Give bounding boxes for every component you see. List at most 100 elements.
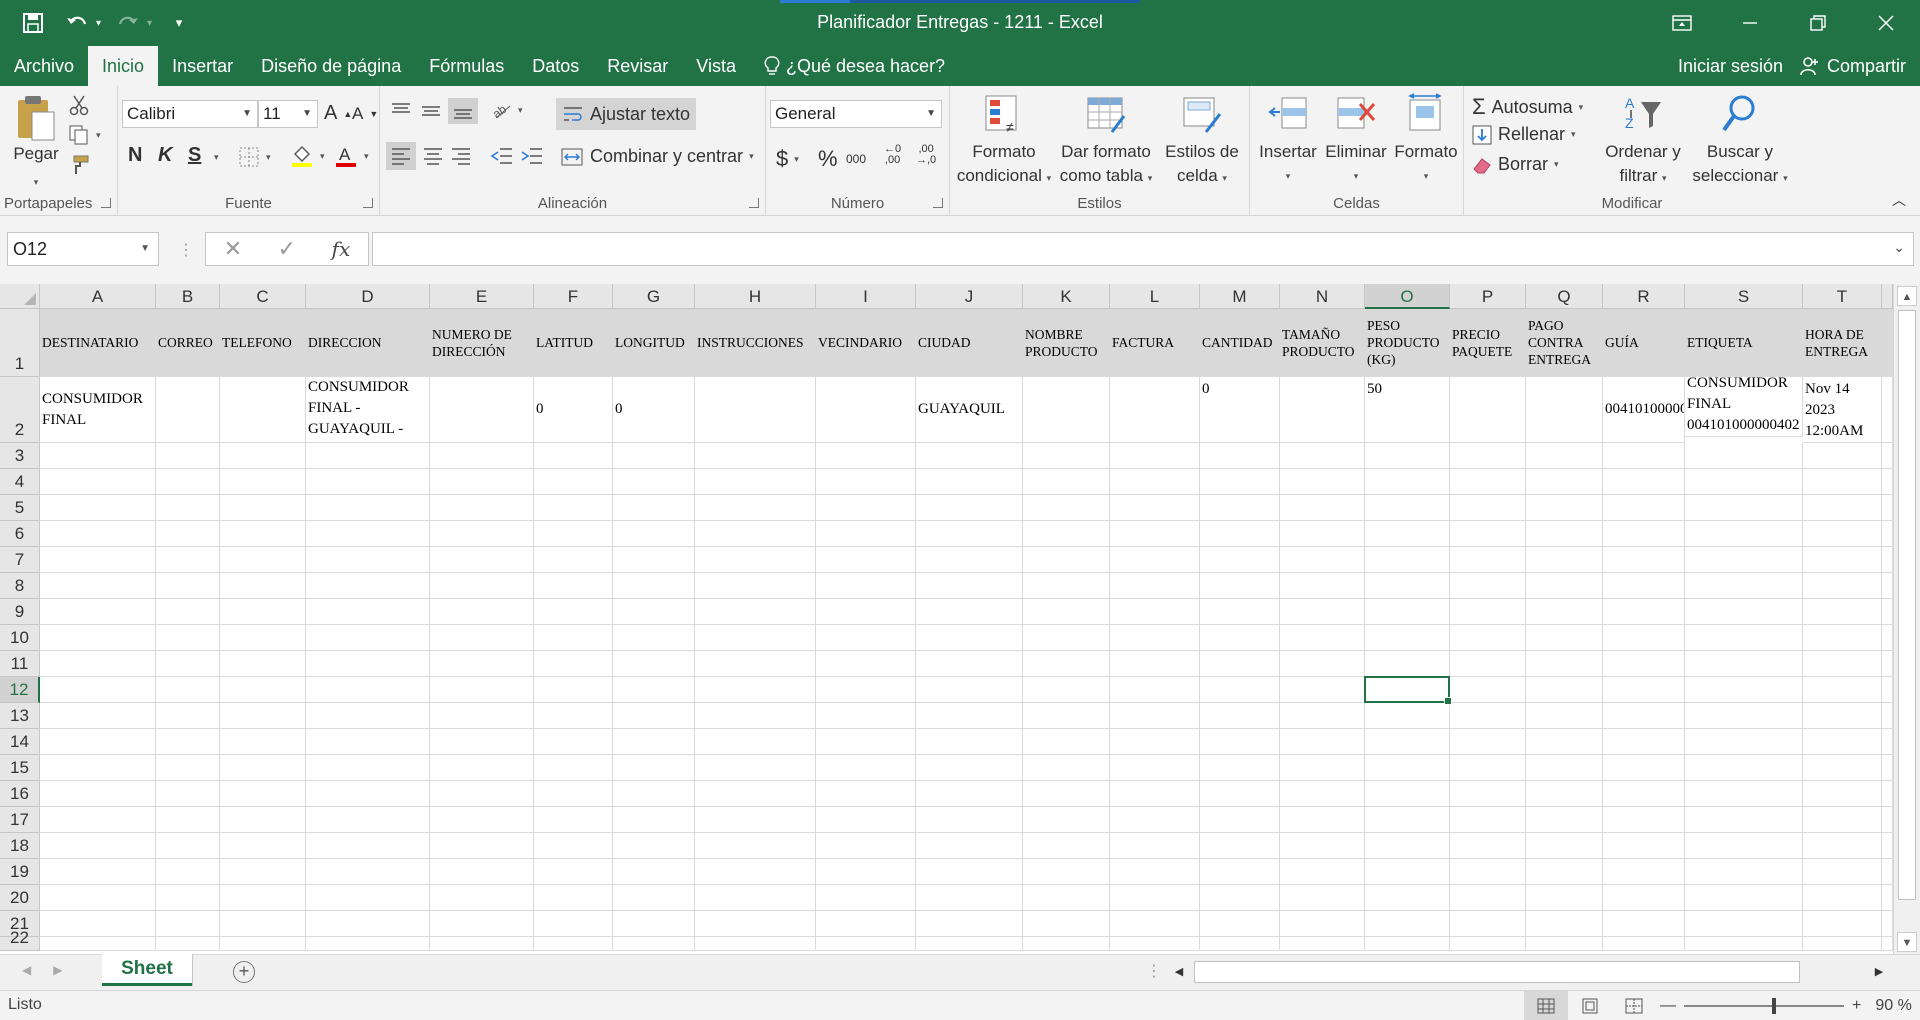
cell-k2[interactable] — [1023, 377, 1110, 443]
font-name-combo[interactable]: Calibri ▼ — [122, 100, 258, 128]
cell-m20[interactable] — [1200, 885, 1280, 911]
cell-f1[interactable]: LATITUD — [534, 309, 613, 377]
cell-j9[interactable] — [916, 599, 1023, 625]
cell-l16[interactable] — [1110, 781, 1200, 807]
cell-m7[interactable] — [1200, 547, 1280, 573]
cell-j7[interactable] — [916, 547, 1023, 573]
cell-g10[interactable] — [613, 625, 695, 651]
cell-q20[interactable] — [1526, 885, 1603, 911]
cell-h12[interactable] — [695, 677, 816, 703]
underline-button[interactable]: S — [188, 144, 201, 167]
cell-o19[interactable] — [1365, 859, 1450, 885]
cell-s18[interactable] — [1685, 833, 1803, 859]
cell-m11[interactable] — [1200, 651, 1280, 677]
cell-l5[interactable] — [1110, 495, 1200, 521]
cell-m14[interactable] — [1200, 729, 1280, 755]
cell-k20[interactable] — [1023, 885, 1110, 911]
cell-k17[interactable] — [1023, 807, 1110, 833]
cell-l22[interactable] — [1110, 937, 1200, 951]
alignment-launcher-icon[interactable] — [749, 198, 759, 208]
cell-d19[interactable] — [306, 859, 430, 885]
cell-c4[interactable] — [220, 469, 306, 495]
cell-i22[interactable] — [816, 937, 916, 951]
cell-h10[interactable] — [695, 625, 816, 651]
row-header-20[interactable]: 20 — [0, 885, 40, 911]
cell-c2[interactable] — [220, 377, 306, 443]
cell-n7[interactable] — [1280, 547, 1365, 573]
cell-c15[interactable] — [220, 755, 306, 781]
paste-button[interactable]: Pegar ▾ — [8, 94, 64, 194]
cell-l9[interactable] — [1110, 599, 1200, 625]
cell-l21[interactable] — [1110, 911, 1200, 937]
cell-e6[interactable] — [430, 521, 534, 547]
cell-s6[interactable] — [1685, 521, 1803, 547]
cell-m12[interactable] — [1200, 677, 1280, 703]
format-cells-button[interactable]: Formato ▾ — [1392, 92, 1460, 188]
cell-m4[interactable] — [1200, 469, 1280, 495]
cell-s12[interactable] — [1685, 677, 1803, 703]
cell-r3[interactable] — [1603, 443, 1685, 469]
cell-m8[interactable] — [1200, 573, 1280, 599]
cell-t9[interactable] — [1803, 599, 1882, 625]
column-header-h[interactable]: H — [695, 284, 816, 309]
share-button[interactable]: Compartir — [1799, 56, 1906, 77]
cell-t4[interactable] — [1803, 469, 1882, 495]
cell-h3[interactable] — [695, 443, 816, 469]
cell-a9[interactable] — [40, 599, 156, 625]
row-header-14[interactable]: 14 — [0, 729, 40, 755]
cell-l14[interactable] — [1110, 729, 1200, 755]
cell-c11[interactable] — [220, 651, 306, 677]
cell-t14[interactable] — [1803, 729, 1882, 755]
cell-s1[interactable]: ETIQUETA — [1685, 309, 1803, 377]
cell-l19[interactable] — [1110, 859, 1200, 885]
column-header-t[interactable]: T — [1803, 284, 1882, 309]
cell-o11[interactable] — [1365, 651, 1450, 677]
cell-c19[interactable] — [220, 859, 306, 885]
cell-i1[interactable]: VECINDARIO — [816, 309, 916, 377]
cell-d15[interactable] — [306, 755, 430, 781]
cell-j6[interactable] — [916, 521, 1023, 547]
format-painter-icon[interactable] — [68, 154, 90, 176]
cell-s8[interactable] — [1685, 573, 1803, 599]
cell-p15[interactable] — [1450, 755, 1526, 781]
cell-b14[interactable] — [156, 729, 220, 755]
cell-j2[interactable]: GUAYAQUIL — [916, 377, 1023, 443]
cell-s19[interactable] — [1685, 859, 1803, 885]
cell-r4[interactable] — [1603, 469, 1685, 495]
cell-p7[interactable] — [1450, 547, 1526, 573]
cell-styles-button[interactable]: Estilos de celda ▾ — [1160, 92, 1244, 190]
cell-i15[interactable] — [816, 755, 916, 781]
column-header-n[interactable]: N — [1280, 284, 1365, 309]
cell-h9[interactable] — [695, 599, 816, 625]
cell-m16[interactable] — [1200, 781, 1280, 807]
cell-j10[interactable] — [916, 625, 1023, 651]
cell-f20[interactable] — [534, 885, 613, 911]
cell-a16[interactable] — [40, 781, 156, 807]
cell-l7[interactable] — [1110, 547, 1200, 573]
cell-r9[interactable] — [1603, 599, 1685, 625]
cell-i13[interactable] — [816, 703, 916, 729]
insert-function-icon[interactable]: fx — [332, 237, 351, 261]
cell-c7[interactable] — [220, 547, 306, 573]
cell-l12[interactable] — [1110, 677, 1200, 703]
prev-sheet-icon[interactable]: ◀ — [22, 963, 31, 977]
cell-s16[interactable] — [1685, 781, 1803, 807]
cell-r2[interactable]: 004101000000402 — [1603, 377, 1685, 443]
cell-i4[interactable] — [816, 469, 916, 495]
cell-r15[interactable] — [1603, 755, 1685, 781]
cell-n22[interactable] — [1280, 937, 1365, 951]
cell-h6[interactable] — [695, 521, 816, 547]
cell-k11[interactable] — [1023, 651, 1110, 677]
cell-p17[interactable] — [1450, 807, 1526, 833]
cell-d1[interactable]: DIRECCION — [306, 309, 430, 377]
row-header-13[interactable]: 13 — [0, 703, 40, 729]
cell-d12[interactable] — [306, 677, 430, 703]
column-header-m[interactable]: M — [1200, 284, 1280, 309]
cell-s13[interactable] — [1685, 703, 1803, 729]
cell-t22[interactable] — [1803, 937, 1882, 951]
cell-q16[interactable] — [1526, 781, 1603, 807]
cell-j17[interactable] — [916, 807, 1023, 833]
cell-q12[interactable] — [1526, 677, 1603, 703]
cell-n13[interactable] — [1280, 703, 1365, 729]
cell-i2[interactable] — [816, 377, 916, 443]
